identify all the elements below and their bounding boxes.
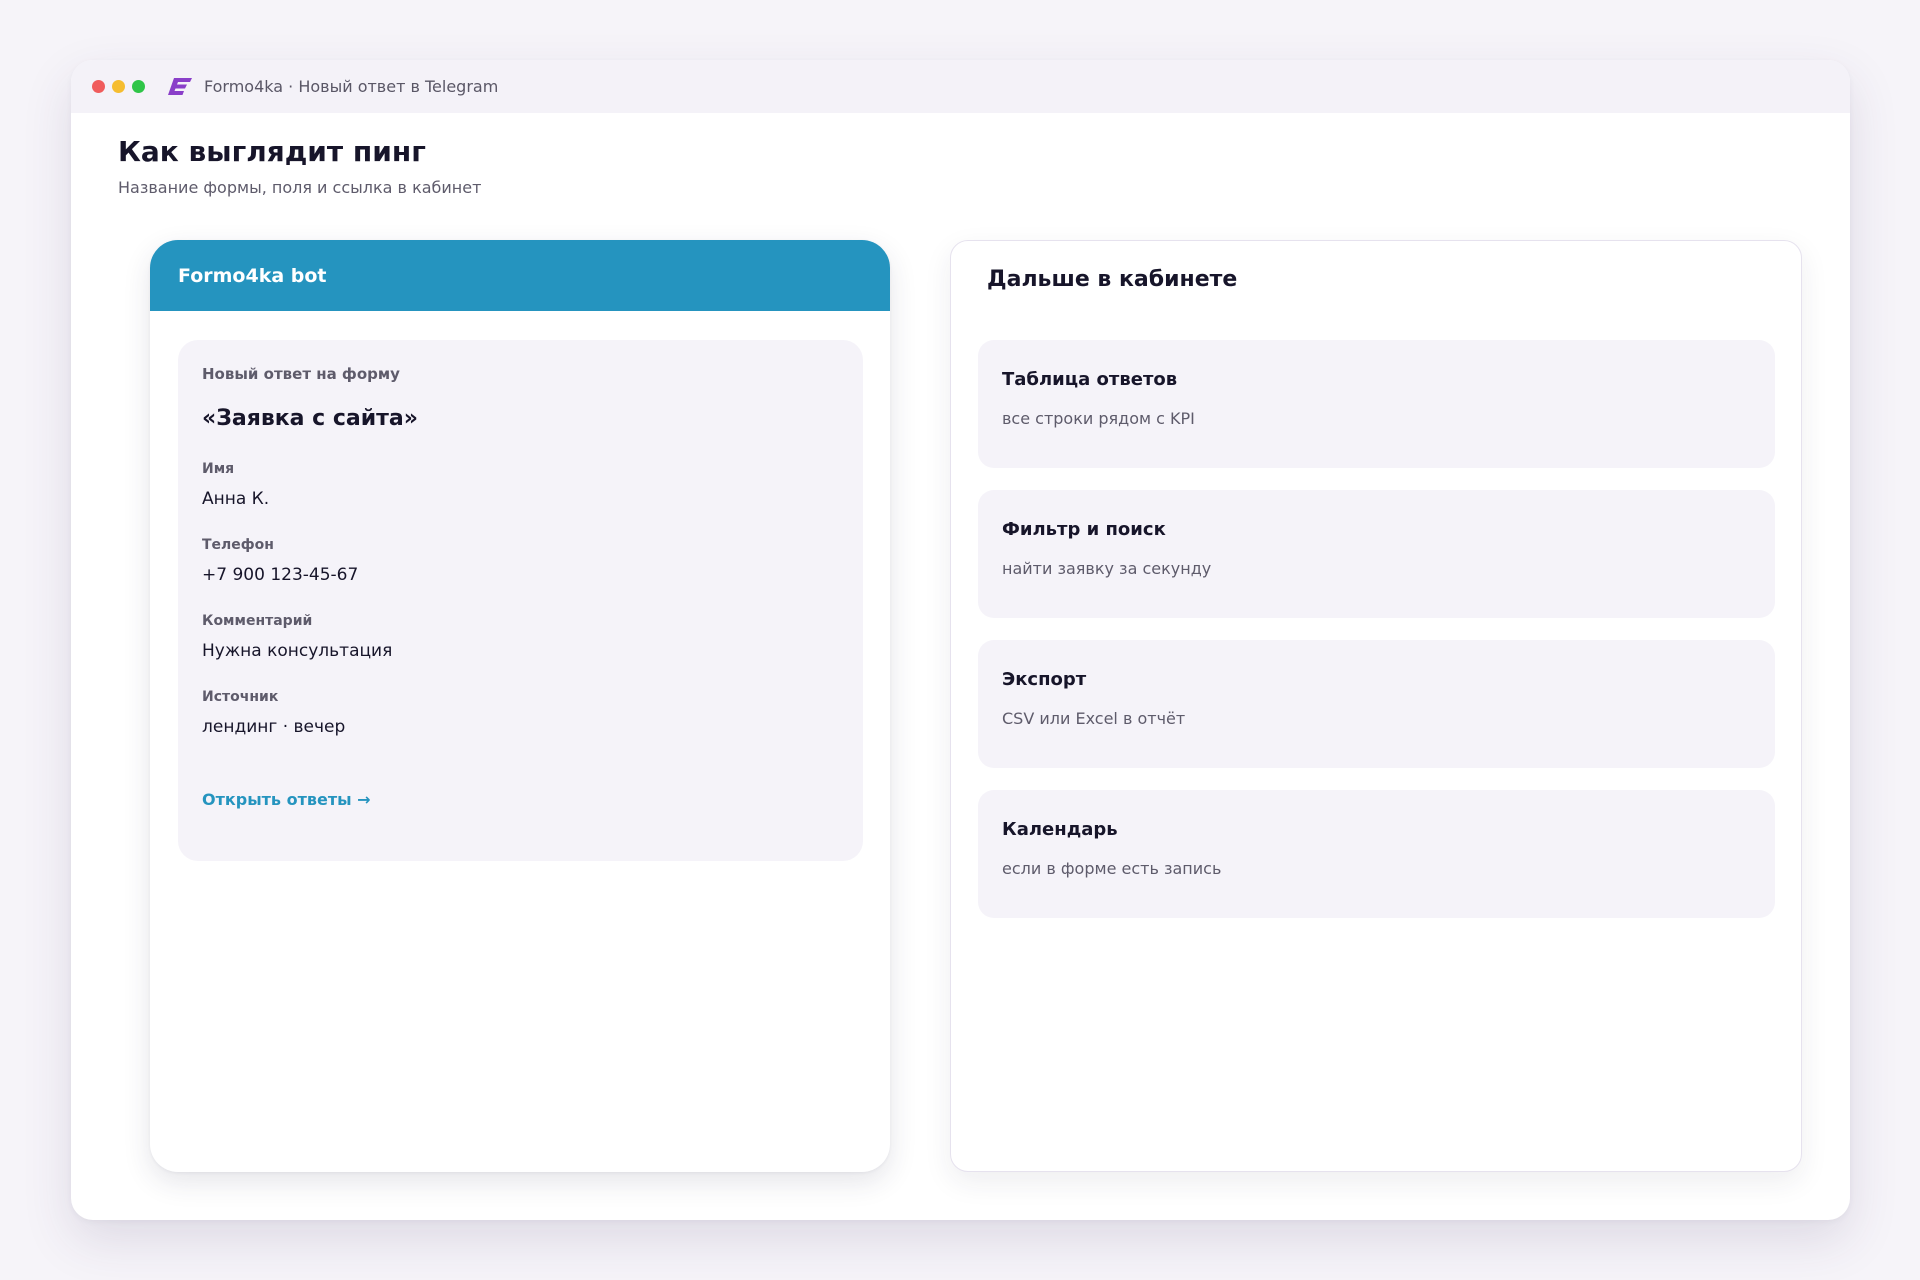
feature-title: Фильтр и поиск xyxy=(1002,519,1166,540)
open-answers-link[interactable]: Открыть ответы → xyxy=(202,790,371,809)
telegram-chat-header: Formo4ka bot xyxy=(150,240,890,311)
feature-card-filter[interactable]: Фильтр и поиск найти заявку за секунду xyxy=(978,490,1775,618)
window-title: Formo4ka · Новый ответ в Telegram xyxy=(204,77,499,96)
field-value: +7 900 123-45-67 xyxy=(202,565,359,585)
message-field: Телефон +7 900 123-45-67 xyxy=(202,536,839,586)
page-subtitle: Название формы, поля и ссылка в кабинет xyxy=(118,178,482,197)
feature-description: если в форме есть запись xyxy=(1002,859,1222,878)
telegram-preview-card: Formo4ka bot Новый ответ на форму «Заявк… xyxy=(150,240,890,1172)
title-bar: Formo4ka · Новый ответ в Telegram xyxy=(71,60,1850,113)
bot-name: Formo4ka bot xyxy=(178,264,327,287)
message-field: Комментарий Нужна консультация xyxy=(202,612,839,662)
field-value: Анна К. xyxy=(202,489,270,509)
message-field: Источник лендинг · вечер xyxy=(202,688,839,738)
field-value: Нужна консультация xyxy=(202,641,393,661)
maximize-window-button[interactable] xyxy=(132,80,145,93)
feature-title: Таблица ответов xyxy=(1002,369,1178,390)
field-label: Комментарий xyxy=(202,613,313,629)
minimize-window-button[interactable] xyxy=(112,80,125,93)
feature-card-calendar[interactable]: Календарь если в форме есть запись xyxy=(978,790,1775,918)
telegram-message: Новый ответ на форму «Заявка с сайта» Им… xyxy=(178,340,863,861)
form-name: «Заявка с сайта» xyxy=(202,406,418,431)
field-value: лендинг · вечер xyxy=(202,717,346,737)
feature-title: Экспорт xyxy=(1002,669,1087,690)
close-window-button[interactable] xyxy=(92,80,105,93)
app-window: Formo4ka · Новый ответ в Telegram Как вы… xyxy=(71,60,1850,1220)
field-label: Источник xyxy=(202,689,279,705)
message-field: Имя Анна К. xyxy=(202,460,839,510)
feature-card-table[interactable]: Таблица ответов все строки рядом с KPI xyxy=(978,340,1775,468)
feature-card-export[interactable]: Экспорт CSV или Excel в отчёт xyxy=(978,640,1775,768)
message-kicker: Новый ответ на форму xyxy=(202,365,400,383)
feature-description: CSV или Excel в отчёт xyxy=(1002,709,1186,728)
page-title: Как выглядит пинг xyxy=(118,135,426,168)
feature-title: Календарь xyxy=(1002,819,1118,840)
feature-description: все строки рядом с KPI xyxy=(1002,409,1195,428)
panel-title: Дальше в кабинете xyxy=(987,267,1238,292)
formo4ka-logo-icon xyxy=(168,76,194,98)
next-in-dashboard-panel: Дальше в кабинете Таблица ответов все ст… xyxy=(950,240,1802,1172)
feature-description: найти заявку за секунду xyxy=(1002,559,1212,578)
field-label: Имя xyxy=(202,461,235,477)
field-label: Телефон xyxy=(202,537,274,553)
